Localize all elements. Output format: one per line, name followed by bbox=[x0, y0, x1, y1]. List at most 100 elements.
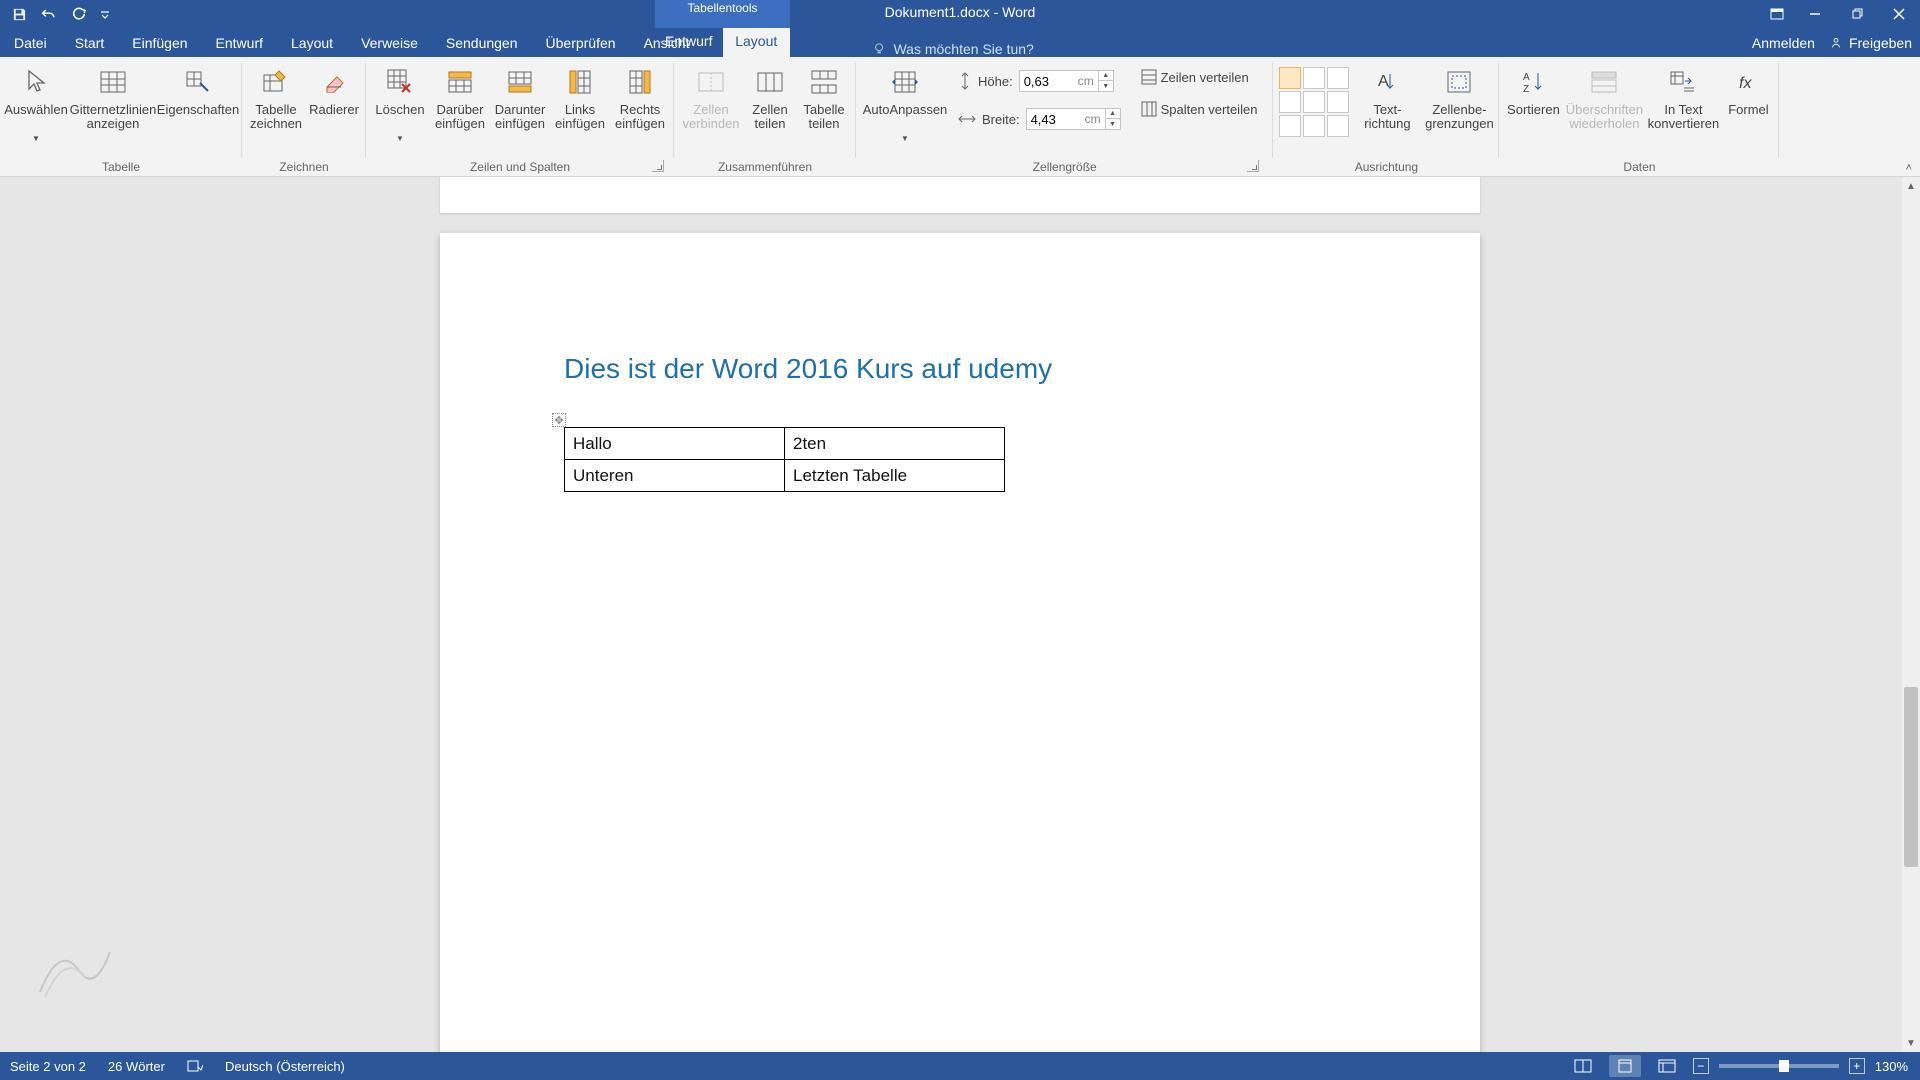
table-cell[interactable]: Letzten Tabelle bbox=[785, 460, 1005, 492]
table-move-handle[interactable]: ✥ bbox=[552, 413, 566, 427]
align-top-left[interactable] bbox=[1279, 67, 1301, 89]
width-up[interactable]: ▲ bbox=[1106, 109, 1120, 119]
status-spellcheck-icon[interactable] bbox=[187, 1059, 203, 1073]
ribbon-display-options-icon[interactable] bbox=[1760, 0, 1794, 28]
table-cell[interactable]: Hallo bbox=[565, 428, 785, 460]
split-table-button[interactable]: Tabelle teilen bbox=[798, 61, 850, 133]
redo-icon[interactable] bbox=[68, 3, 90, 25]
group-label-tabelle: Tabelle bbox=[6, 158, 236, 176]
group-label-zeichnen: Zeichnen bbox=[248, 158, 360, 176]
align-bottom-center[interactable] bbox=[1303, 115, 1325, 137]
zoom-level[interactable]: 130% bbox=[1875, 1059, 1908, 1074]
status-bar: Seite 2 von 2 26 Wörter Deutsch (Österre… bbox=[0, 1052, 1920, 1080]
status-page[interactable]: Seite 2 von 2 bbox=[10, 1059, 86, 1074]
share-button[interactable]: Freigeben bbox=[1829, 35, 1912, 51]
group-launcher-size[interactable] bbox=[1247, 160, 1259, 172]
distribute-cols-icon bbox=[1141, 101, 1157, 117]
align-middle-center[interactable] bbox=[1303, 91, 1325, 113]
document-heading[interactable]: Dies ist der Word 2016 Kurs auf udemy bbox=[564, 353, 1356, 385]
view-print-layout-icon[interactable] bbox=[1609, 1055, 1641, 1077]
width-label: Breite: bbox=[982, 112, 1020, 127]
height-up[interactable]: ▲ bbox=[1099, 71, 1113, 81]
align-top-center[interactable] bbox=[1303, 67, 1325, 89]
insert-right-button[interactable]: Rechts einfügen bbox=[612, 61, 668, 133]
document-table[interactable]: Hallo 2ten Unteren Letzten Tabelle bbox=[564, 427, 1005, 492]
tab-layout[interactable]: Layout bbox=[277, 30, 347, 57]
select-button[interactable]: Auswählen ▼ bbox=[6, 61, 66, 144]
align-top-right[interactable] bbox=[1327, 67, 1349, 89]
insert-above-button[interactable]: Darüber einfügen bbox=[432, 61, 488, 133]
height-spinner[interactable]: cm ▲▼ bbox=[1019, 70, 1114, 92]
draw-table-button[interactable]: Tabelle zeichnen bbox=[248, 61, 304, 133]
align-bottom-right[interactable] bbox=[1327, 115, 1349, 137]
eraser-button[interactable]: Radierer bbox=[308, 61, 360, 133]
close-icon[interactable] bbox=[1878, 0, 1920, 28]
autofit-button[interactable]: AutoAnpassen ▼ bbox=[866, 61, 944, 144]
align-middle-right[interactable] bbox=[1327, 91, 1349, 113]
formula-button[interactable]: fx Formel bbox=[1723, 61, 1773, 133]
split-cells-button[interactable]: Zellen teilen bbox=[746, 61, 794, 133]
zoom-in-button[interactable]: + bbox=[1849, 1058, 1865, 1074]
sign-in-link[interactable]: Anmelden bbox=[1752, 35, 1815, 51]
tab-entwurf[interactable]: Entwurf bbox=[202, 30, 277, 57]
tab-ueberpruefen[interactable]: Überprüfen bbox=[532, 30, 630, 57]
scroll-up-icon[interactable]: ▲ bbox=[1902, 177, 1920, 195]
save-icon[interactable] bbox=[8, 3, 30, 25]
title-bar: Tabellentools Dokument1.docx - Word bbox=[0, 0, 1920, 28]
status-word-count[interactable]: 26 Wörter bbox=[108, 1059, 165, 1074]
minimize-icon[interactable] bbox=[1794, 0, 1836, 28]
vertical-scrollbar[interactable]: ▲ ▼ bbox=[1902, 177, 1920, 1052]
qat-customize-icon[interactable] bbox=[98, 3, 112, 25]
group-launcher-zeilen[interactable] bbox=[652, 160, 664, 172]
insert-left-button[interactable]: Links einfügen bbox=[552, 61, 608, 133]
text-direction-button[interactable]: A Text-richtung bbox=[1359, 61, 1415, 133]
zoom-out-button[interactable]: − bbox=[1693, 1058, 1709, 1074]
page[interactable]: Dies ist der Word 2016 Kurs auf udemy ✥ … bbox=[440, 233, 1480, 1052]
context-tab-layout[interactable]: Layout bbox=[723, 28, 791, 57]
cell-margins-button[interactable]: Zellenbe-grenzungen bbox=[1425, 61, 1493, 133]
delete-button[interactable]: Löschen ▼ bbox=[372, 61, 428, 144]
insert-below-button[interactable]: Darunter einfügen bbox=[492, 61, 548, 133]
properties-button[interactable]: Eigenschaften bbox=[160, 61, 236, 133]
distribute-rows-button[interactable]: Zeilen verteilen bbox=[1135, 67, 1264, 87]
window-controls bbox=[1760, 0, 1920, 28]
height-down[interactable]: ▼ bbox=[1099, 81, 1113, 91]
convert-to-text-button[interactable]: In Text konvertieren bbox=[1647, 61, 1719, 133]
tab-start[interactable]: Start bbox=[61, 30, 119, 57]
align-middle-left[interactable] bbox=[1279, 91, 1301, 113]
zoom-slider-knob[interactable] bbox=[1779, 1060, 1789, 1072]
tab-verweise[interactable]: Verweise bbox=[347, 30, 432, 57]
insert-col-left-icon bbox=[563, 65, 597, 99]
restore-icon[interactable] bbox=[1836, 0, 1878, 28]
context-tab-entwurf[interactable]: Entwurf bbox=[655, 28, 723, 57]
tab-sendungen[interactable]: Sendungen bbox=[432, 30, 532, 57]
distribute-cols-button[interactable]: Spalten verteilen bbox=[1135, 99, 1264, 119]
height-icon bbox=[958, 72, 972, 90]
split-cells-icon bbox=[753, 65, 787, 99]
scroll-thumb[interactable] bbox=[1904, 687, 1918, 867]
table-cell[interactable]: 2ten bbox=[785, 428, 1005, 460]
cell-margins-icon bbox=[1442, 65, 1476, 99]
gridlines-button[interactable]: Gitternetzlinien anzeigen bbox=[70, 61, 156, 133]
view-read-mode-icon[interactable] bbox=[1567, 1055, 1599, 1077]
undo-icon[interactable] bbox=[38, 3, 60, 25]
width-down[interactable]: ▼ bbox=[1106, 119, 1120, 129]
status-language[interactable]: Deutsch (Österreich) bbox=[225, 1059, 345, 1074]
merge-cells-button: Zellen verbinden bbox=[680, 61, 742, 133]
width-spinner[interactable]: cm ▲▼ bbox=[1026, 108, 1121, 130]
height-input[interactable] bbox=[1020, 71, 1078, 91]
collapse-ribbon-icon[interactable]: ˄ bbox=[1906, 162, 1912, 174]
tab-datei[interactable]: Datei bbox=[0, 30, 61, 57]
view-web-layout-icon[interactable] bbox=[1651, 1055, 1683, 1077]
table-row: Hallo 2ten bbox=[565, 428, 1005, 460]
sort-button[interactable]: AZ Sortieren bbox=[1505, 61, 1561, 133]
width-input[interactable] bbox=[1027, 109, 1085, 129]
tab-einfuegen[interactable]: Einfügen bbox=[118, 30, 201, 57]
table-cell[interactable]: Unteren bbox=[565, 460, 785, 492]
group-daten: AZ Sortieren Überschriften wiederholen I… bbox=[1499, 57, 1779, 176]
ribbon-tabs: Datei Start Einfügen Entwurf Layout Verw… bbox=[0, 28, 1920, 57]
zoom-slider[interactable] bbox=[1719, 1064, 1839, 1068]
tell-me-search[interactable]: Was möchten Sie tun? bbox=[873, 41, 1033, 57]
align-bottom-left[interactable] bbox=[1279, 115, 1301, 137]
scroll-down-icon[interactable]: ▼ bbox=[1902, 1034, 1920, 1052]
